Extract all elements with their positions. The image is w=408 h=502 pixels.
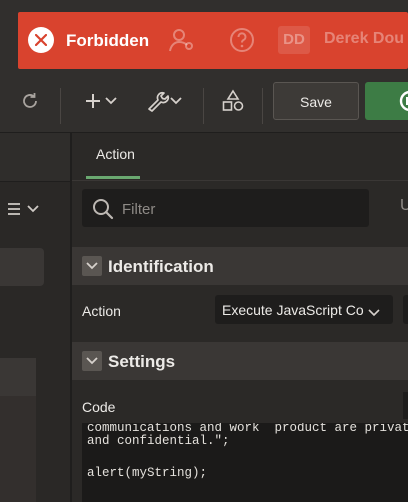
code-editor[interactable]: communications and work product are priv… [82,423,408,502]
chevron-down-icon [86,357,98,365]
tree-view-menu-button[interactable] [6,200,42,223]
shared-components-icon[interactable] [220,86,246,116]
save-button[interactable]: Save [273,82,359,120]
active-tab-indicator [86,176,140,179]
code-line: alert(myString); [87,466,208,480]
create-menu-button[interactable] [84,86,122,116]
close-icon [35,34,47,46]
user-settings-icon [168,26,196,59]
action-options-button[interactable] [403,295,408,324]
chevron-down-icon [368,305,380,323]
filter-field [82,189,369,229]
action-select[interactable]: Execute JavaScript Co [215,295,393,324]
code-editor-toolbar[interactable] [403,392,408,419]
chevron-down-icon [86,262,98,270]
tree-region-header[interactable] [0,358,36,396]
toast-title: Forbidden [66,31,150,50]
search-icon [92,198,114,225]
run-icon [399,91,408,111]
settings-title: Settings [108,352,176,371]
close-toast-button[interactable] [28,27,54,53]
help-icon [228,26,256,59]
filter-input[interactable] [120,189,364,229]
action-label: Action [82,303,121,319]
list-icon [8,203,39,215]
filter-extra-button[interactable]: U [400,197,408,215]
left-pane-tabs [0,133,70,182]
toolbar-divider [203,88,204,124]
toolbar-divider [262,88,263,124]
code-line: and confidential."; [87,434,230,448]
tree-node[interactable] [0,248,44,286]
tab-action[interactable]: Action [96,146,135,162]
identification-title: Identification [108,257,214,276]
error-toast: DD Derek Dou Forbidden [18,12,408,69]
toolbar-divider [60,88,61,124]
plus-icon [86,94,117,108]
refresh-icon[interactable] [16,86,44,116]
tabs-divider [72,180,408,181]
wrench-icon [148,91,182,112]
user-name: Derek Dou [324,30,405,47]
action-select-value: Execute JavaScript Co [222,302,364,318]
collapse-identification-button[interactable] [82,256,102,276]
code-label: Code [82,399,116,415]
avatar: DD [278,26,310,54]
save-and-run-button[interactable] [365,82,408,120]
collapse-settings-button[interactable] [82,351,102,371]
utilities-menu-button[interactable] [144,86,184,116]
